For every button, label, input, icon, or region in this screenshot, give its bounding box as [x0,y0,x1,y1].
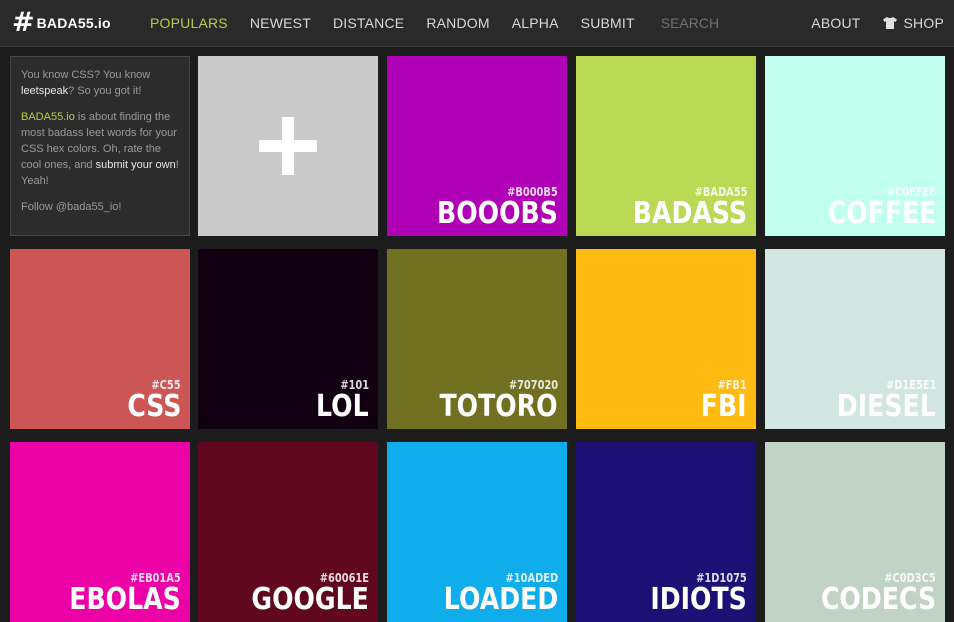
intro-panel: You know CSS? You know leetspeak? So you… [10,56,190,236]
tile-word: BADASS [632,196,747,231]
tile-word: CSS [126,389,181,424]
nav-about[interactable]: ABOUT [811,15,860,31]
color-tile[interactable]: #D1E5E1 DIESEL [765,249,945,429]
tile-word: BOOOBS [437,196,558,231]
logo[interactable]: # BADA55.io [12,9,111,37]
tile-word: LOADED [443,582,558,617]
twitter-link[interactable]: @bada55_io [56,201,119,213]
color-tile[interactable]: #B000B5 BOOOBS [387,56,567,236]
color-tile[interactable]: #1D1075 IDIOTS [576,442,756,622]
tile-word: LOL [316,389,369,424]
leetspeak-link[interactable]: leetspeak [21,85,68,97]
color-tile[interactable]: #101 LOL [198,249,378,429]
add-color-button[interactable] [198,56,378,236]
tile-word: IDIOTS [650,582,747,617]
search-input[interactable] [660,15,741,31]
nav-submit[interactable]: SUBMIT [581,15,635,31]
logo-text: BADA55.io [36,15,111,31]
tile-word: TOTORO [439,389,558,424]
tile-word: EBOLAS [69,582,181,617]
tile-word: CODECS [820,582,936,617]
color-tile[interactable]: #EB01A5 EBOLAS [10,442,190,622]
nav-shop[interactable]: SHOP [882,15,944,31]
top-bar: # BADA55.io POPULARS NEWEST DISTANCE RAN… [0,0,954,47]
shop-label: SHOP [903,15,944,31]
brand-name: BADA55.io [21,111,75,123]
color-tile[interactable]: #C0FFEE COFFEE [765,56,945,236]
intro-paragraph-2: BADA55.io is about finding the most bada… [21,111,179,187]
right-nav: ABOUT SHOP [789,0,944,46]
hash-logo-icon: # [12,7,35,38]
color-tile[interactable]: #707020 TOTORO [387,249,567,429]
nav-populars[interactable]: POPULARS [150,15,228,31]
tile-word: DIESEL [837,389,936,424]
color-tile[interactable]: #C55 CSS [10,249,190,429]
color-tile[interactable]: #BADA55 BADASS [576,56,756,236]
main-nav: POPULARS NEWEST DISTANCE RANDOM ALPHA SU… [150,0,741,46]
color-tile[interactable]: #FB1 FBI [576,249,756,429]
tile-word: FBI [701,389,747,424]
color-tile[interactable]: #C0D3C5 CODECS [765,442,945,622]
color-tile[interactable]: #60061E GOOGLE [198,442,378,622]
tile-word: COFFEE [827,196,936,231]
submit-link[interactable]: submit your own [96,159,176,171]
nav-alpha[interactable]: ALPHA [512,15,559,31]
shirt-icon [882,17,897,29]
nav-distance[interactable]: DISTANCE [333,15,404,31]
intro-paragraph-3: Follow @bada55_io! [21,201,122,213]
color-tile[interactable]: #10ADED LOADED [387,442,567,622]
nav-random[interactable]: RANDOM [426,15,489,31]
tile-word: GOOGLE [251,582,369,617]
nav-newest[interactable]: NEWEST [250,15,311,31]
intro-paragraph-1: You know CSS? You know leetspeak? So you… [21,69,151,97]
